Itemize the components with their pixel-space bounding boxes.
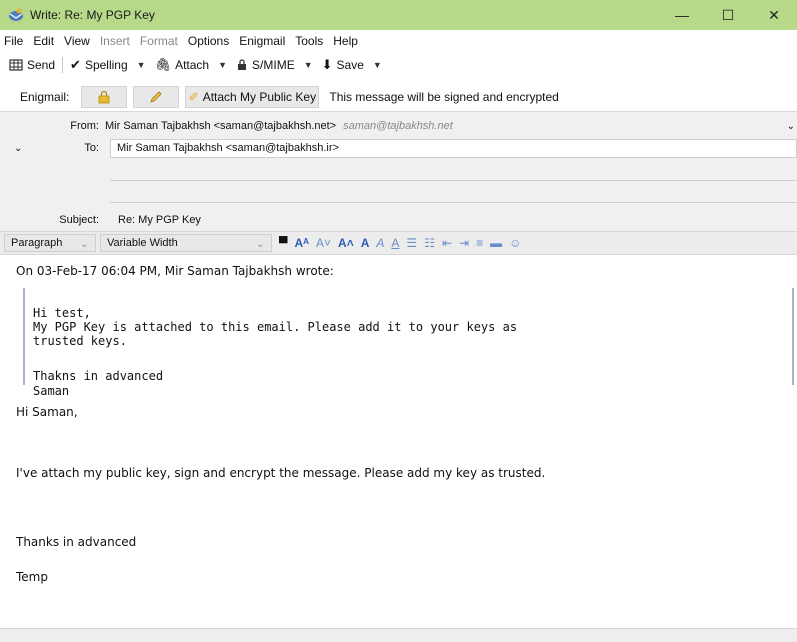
menu-help[interactable]: Help bbox=[333, 34, 358, 48]
from-row: From: Mir Saman Tajbakhsh <saman@tajbakh… bbox=[0, 116, 797, 136]
closing-text: Thanks in advanced bbox=[16, 535, 137, 549]
align-icon[interactable]: ≡ bbox=[476, 236, 483, 250]
quote-line: Hi test, bbox=[33, 306, 91, 320]
bold-icon[interactable]: A bbox=[361, 236, 370, 250]
attach-button[interactable]: 🖇 Attach bbox=[150, 54, 215, 76]
quote-line: Saman bbox=[33, 384, 70, 398]
save-label: Save bbox=[336, 58, 364, 72]
indent-icon[interactable]: ⇥ bbox=[459, 236, 469, 250]
font-value: Variable Width bbox=[107, 237, 178, 249]
status-bar bbox=[0, 628, 797, 642]
italic-icon[interactable]: A bbox=[376, 236, 384, 250]
lock-icon bbox=[238, 59, 247, 70]
enigmail-bar: Enigmail: ✐ Attach My Public Key This me… bbox=[0, 84, 797, 110]
quote-line: My PGP Key is attached to this email. Pl… bbox=[33, 320, 518, 334]
menu-file[interactable]: File bbox=[4, 34, 23, 48]
menu-format[interactable]: Format bbox=[140, 34, 178, 48]
chevron-down-icon: ⌄ bbox=[79, 237, 89, 250]
save-dropdown-icon[interactable]: ▼ bbox=[369, 60, 386, 70]
from-address: Mir Saman Tajbakhsh <saman@tajbakhsh.net… bbox=[105, 120, 337, 132]
to-field[interactable]: Mir Saman Tajbakhsh <saman@tajbakhsh.ir> bbox=[110, 139, 797, 158]
encrypt-toggle-button[interactable] bbox=[81, 86, 128, 108]
text-color-icon[interactable]: ▀ bbox=[279, 236, 288, 250]
paragraph-value: Paragraph bbox=[11, 237, 63, 249]
chevron-down-icon: ⌄ bbox=[255, 237, 265, 250]
pencil-key-icon: ✐ bbox=[188, 90, 199, 104]
smime-button[interactable]: S/MIME bbox=[231, 54, 300, 76]
menu-tools[interactable]: Tools bbox=[295, 34, 323, 48]
thunderbird-app-icon bbox=[9, 8, 23, 21]
numbered-list-icon[interactable]: ☷ bbox=[424, 236, 435, 250]
checkmark-icon: ✔ bbox=[70, 57, 81, 72]
address-line[interactable] bbox=[110, 180, 797, 181]
attach-label: Attach bbox=[175, 58, 210, 72]
attach-dropdown-icon[interactable]: ▼ bbox=[214, 60, 231, 70]
menu-insert[interactable]: Insert bbox=[100, 34, 130, 48]
spelling-button[interactable]: ✔ Spelling bbox=[65, 54, 133, 76]
title-bar: Write: Re: My PGP Key — ☐ ✕ bbox=[0, 0, 797, 30]
quote-header: On 03-Feb-17 06:04 PM, Mir Saman Tajbakh… bbox=[16, 264, 334, 278]
enigmail-label: Enigmail: bbox=[20, 90, 70, 104]
maximize-button[interactable]: ☐ bbox=[705, 0, 751, 30]
signature-text: Temp bbox=[16, 570, 48, 584]
from-label: From: bbox=[70, 120, 99, 132]
font-select[interactable]: Variable Width ⌄ bbox=[100, 234, 272, 252]
format-toolbar: Paragraph ⌄ Variable Width ⌄ ▀ Aᴬ A˅ A˄ … bbox=[0, 231, 797, 255]
window-title: Write: Re: My PGP Key bbox=[30, 8, 155, 22]
menu-enigmail[interactable]: Enigmail bbox=[239, 34, 285, 48]
menu-view[interactable]: View bbox=[64, 34, 90, 48]
enigmail-status: This message will be signed and encrypte… bbox=[329, 90, 559, 104]
gold-lock-icon bbox=[98, 90, 110, 104]
from-identity: saman@tajbakhsh.net bbox=[343, 120, 453, 132]
insert-image-icon[interactable]: ▬ bbox=[490, 236, 502, 250]
to-type-dropdown-icon[interactable]: ⌄ bbox=[14, 143, 22, 154]
smiley-icon[interactable]: ☺ bbox=[509, 236, 521, 250]
spelling-dropdown-icon[interactable]: ▼ bbox=[133, 60, 150, 70]
paperclip-icon: 🖇 bbox=[154, 57, 172, 72]
menu-bar: File Edit View Insert Format Options Eni… bbox=[0, 32, 368, 50]
message-text: I've attach my public key, sign and encr… bbox=[16, 466, 546, 480]
address-line[interactable] bbox=[110, 202, 797, 203]
toolbar-separator bbox=[62, 57, 64, 73]
send-button[interactable]: Send bbox=[4, 54, 60, 76]
menu-options[interactable]: Options bbox=[188, 34, 229, 48]
smime-dropdown-icon[interactable]: ▼ bbox=[300, 60, 317, 70]
sign-toggle-button[interactable] bbox=[133, 86, 180, 108]
minimize-button[interactable]: — bbox=[659, 0, 705, 30]
font-size-icon[interactable]: Aᴬ bbox=[295, 236, 310, 250]
paragraph-select[interactable]: Paragraph ⌄ bbox=[4, 234, 96, 252]
send-label: Send bbox=[27, 58, 56, 72]
spelling-label: Spelling bbox=[84, 58, 128, 72]
larger-font-icon[interactable]: A˄ bbox=[338, 236, 354, 250]
from-dropdown-icon[interactable]: ⌄ bbox=[787, 121, 795, 132]
save-button[interactable]: ⬇ Save bbox=[317, 54, 369, 76]
compose-toolbar: Send ✔ Spelling ▼ 🖇 Attach ▼ S/MIME ▼ ⬇ … bbox=[0, 52, 797, 78]
download-arrow-icon: ⬇ bbox=[321, 57, 333, 72]
greeting-text: Hi Saman, bbox=[16, 405, 78, 419]
smime-label: S/MIME bbox=[252, 58, 295, 72]
send-icon bbox=[9, 59, 23, 71]
smaller-font-icon[interactable]: A˅ bbox=[316, 236, 331, 250]
attach-key-label: Attach My Public Key bbox=[202, 90, 317, 104]
close-button[interactable]: ✕ bbox=[751, 0, 797, 30]
from-value[interactable]: Mir Saman Tajbakhsh <saman@tajbakhsh.net… bbox=[105, 120, 453, 132]
subject-field[interactable]: Re: My PGP Key bbox=[110, 210, 797, 230]
outdent-icon[interactable]: ⇤ bbox=[442, 236, 452, 250]
subject-label: Subject: bbox=[59, 214, 99, 226]
underline-icon[interactable]: A bbox=[391, 236, 399, 250]
attach-public-key-button[interactable]: ✐ Attach My Public Key bbox=[185, 86, 320, 108]
menu-edit[interactable]: Edit bbox=[33, 34, 54, 48]
quote-line: Thakns in advanced bbox=[33, 369, 164, 383]
pencil-icon bbox=[150, 91, 162, 103]
bullet-list-icon[interactable]: ☰ bbox=[406, 236, 417, 250]
quote-line: trusted keys. bbox=[33, 334, 127, 348]
